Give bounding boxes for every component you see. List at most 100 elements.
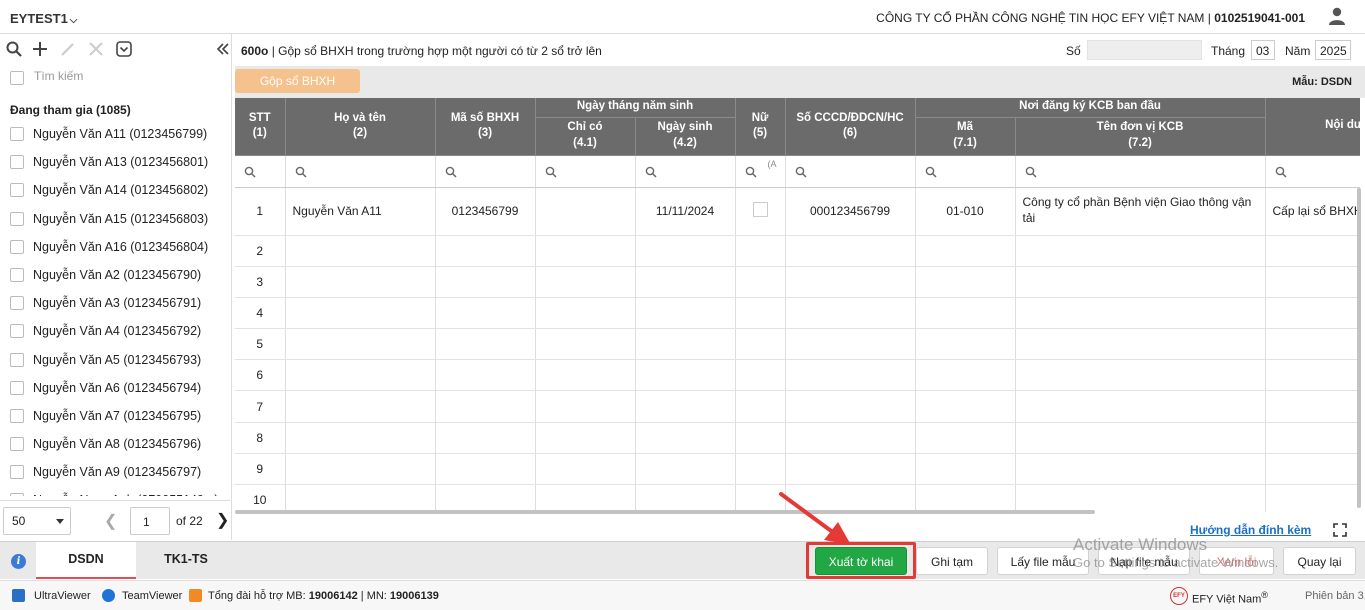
table-row[interactable]: 8 bbox=[235, 422, 1360, 454]
col-content[interactable]: Nội dung bbox=[1265, 98, 1360, 156]
table-row[interactable]: 3 bbox=[235, 266, 1360, 298]
filter-cell[interactable]: (A bbox=[735, 155, 786, 188]
edit-icon[interactable] bbox=[59, 40, 77, 58]
cell-kcb-name[interactable]: Công ty cổ phần Bệnh viện Giao thông vận… bbox=[1015, 187, 1266, 236]
list-item[interactable]: Nguyễn Văn A6 (0123456794) bbox=[0, 374, 230, 402]
cell-content[interactable] bbox=[1265, 266, 1360, 298]
cell-id-no[interactable] bbox=[785, 328, 916, 361]
cell-name[interactable] bbox=[285, 453, 436, 486]
cell-kcb-code[interactable] bbox=[915, 235, 1016, 267]
vertical-scrollbar[interactable] bbox=[1357, 188, 1361, 508]
cell-kcb-name[interactable] bbox=[1015, 390, 1266, 423]
cell-kcb-name[interactable] bbox=[1015, 266, 1266, 298]
col-kcb-code[interactable]: Mã (7.1) bbox=[915, 117, 1016, 156]
cell-content[interactable] bbox=[1265, 328, 1360, 361]
table-row[interactable]: 10 bbox=[235, 484, 1360, 512]
member-checkbox[interactable] bbox=[10, 239, 24, 254]
cell-id-no[interactable] bbox=[785, 266, 916, 298]
cell-kcb-code[interactable] bbox=[915, 297, 1016, 330]
cell-name[interactable] bbox=[285, 484, 436, 512]
table-row[interactable]: 4 bbox=[235, 297, 1360, 330]
cell-dob[interactable]: 11/11/2024 bbox=[635, 187, 736, 236]
cell-name[interactable] bbox=[285, 266, 436, 298]
search-placeholder[interactable]: Tìm kiếm bbox=[34, 69, 83, 83]
col-dob[interactable]: Ngày sinh (4.2) bbox=[635, 117, 736, 156]
member-checkbox[interactable] bbox=[10, 324, 24, 339]
col-dob-only[interactable]: Chỉ có (4.1) bbox=[535, 117, 636, 156]
cell-female[interactable] bbox=[735, 453, 786, 486]
col-kcb-name[interactable]: Tên đơn vị KCB (7.2) bbox=[1015, 117, 1266, 156]
cell-kcb-code[interactable] bbox=[915, 390, 1016, 423]
cell-id-no[interactable] bbox=[785, 297, 916, 330]
cell-female[interactable] bbox=[735, 328, 786, 361]
list-item[interactable]: Nguyễn Văn A7 (0123456795) bbox=[0, 402, 230, 430]
cell-id-no[interactable] bbox=[785, 359, 916, 392]
cell-ss-code[interactable] bbox=[435, 453, 536, 486]
member-checkbox[interactable] bbox=[10, 408, 24, 423]
list-item[interactable]: Nguyễn Văn A8 (0123456796) bbox=[0, 430, 230, 458]
member-checkbox[interactable] bbox=[10, 380, 24, 395]
member-checkbox[interactable] bbox=[10, 437, 24, 452]
filter-cell[interactable] bbox=[785, 155, 916, 188]
cell-ss-code[interactable] bbox=[435, 359, 536, 392]
cell-dob[interactable] bbox=[635, 359, 736, 392]
cell-kcb-code[interactable]: 01-010 bbox=[915, 187, 1016, 236]
list-item[interactable]: Nguyễn Văn A4 (0123456792) bbox=[0, 317, 230, 345]
cell-stt[interactable]: 6 bbox=[235, 359, 286, 392]
user-icon[interactable] bbox=[1327, 6, 1347, 26]
col-ss-code[interactable]: Mã số BHXH (3) bbox=[435, 98, 536, 156]
member-checkbox[interactable] bbox=[10, 267, 24, 282]
ultraviewer-link[interactable]: UltraViewer bbox=[34, 590, 91, 602]
save-draft-button[interactable]: Ghi tạm bbox=[916, 547, 988, 575]
collapse-icon[interactable] bbox=[214, 40, 232, 58]
filter-cell[interactable] bbox=[235, 155, 286, 188]
table-row[interactable]: 2 bbox=[235, 235, 1360, 267]
member-checkbox[interactable] bbox=[10, 155, 24, 170]
cell-id-no[interactable]: 000123456799 bbox=[785, 187, 916, 236]
cell-name[interactable] bbox=[285, 297, 436, 330]
cell-dob-only[interactable] bbox=[535, 453, 636, 486]
page-size-select[interactable]: 50 bbox=[3, 507, 71, 535]
cell-id-no[interactable] bbox=[785, 484, 916, 512]
table-row[interactable]: 6 bbox=[235, 359, 1360, 392]
cell-kcb-name[interactable] bbox=[1015, 453, 1266, 486]
col-stt[interactable]: STT (1) bbox=[235, 98, 286, 156]
cell-content[interactable] bbox=[1265, 453, 1360, 486]
tab-tk1-ts[interactable]: TK1-TS bbox=[136, 542, 236, 579]
cell-female[interactable] bbox=[735, 187, 786, 236]
cell-stt[interactable]: 8 bbox=[235, 422, 286, 454]
col-id-no[interactable]: Số CCCD/ĐDCN/HC (6) bbox=[785, 98, 916, 156]
so-input[interactable] bbox=[1087, 40, 1202, 60]
cell-content[interactable] bbox=[1265, 484, 1360, 512]
cell-dob-only[interactable] bbox=[535, 484, 636, 512]
cell-dob[interactable] bbox=[635, 390, 736, 423]
cell-kcb-code[interactable] bbox=[915, 266, 1016, 298]
cell-ss-code[interactable] bbox=[435, 297, 536, 330]
cell-content[interactable]: Cấp lại sổ BHXH bbox=[1265, 187, 1360, 236]
list-item[interactable]: Nguyễn Văn A15 (0123456803) bbox=[0, 205, 230, 233]
cell-dob[interactable] bbox=[635, 484, 736, 512]
tab-dsdn[interactable]: DSDN bbox=[36, 542, 136, 579]
cell-id-no[interactable] bbox=[785, 422, 916, 454]
member-checkbox[interactable] bbox=[10, 352, 24, 367]
list-item[interactable]: Nguyễn Văn A11 (0123456799) bbox=[0, 120, 230, 148]
filter-cell[interactable] bbox=[1265, 155, 1360, 188]
filter-cell[interactable] bbox=[535, 155, 636, 188]
member-checkbox[interactable] bbox=[10, 296, 24, 311]
cell-dob[interactable] bbox=[635, 422, 736, 454]
cell-dob-only[interactable] bbox=[535, 422, 636, 454]
cell-dob-only[interactable] bbox=[535, 187, 636, 236]
cell-kcb-code[interactable] bbox=[915, 328, 1016, 361]
dropdown-box-icon[interactable] bbox=[115, 40, 133, 58]
list-item[interactable]: Nguyễn Văn A2 (0123456790) bbox=[0, 261, 230, 289]
cell-female[interactable] bbox=[735, 235, 786, 267]
cell-stt[interactable]: 3 bbox=[235, 266, 286, 298]
filter-cell[interactable] bbox=[285, 155, 436, 188]
female-checkbox[interactable] bbox=[752, 202, 768, 217]
month-input[interactable]: 03 bbox=[1251, 40, 1275, 60]
cell-content[interactable] bbox=[1265, 235, 1360, 267]
list-item[interactable]: Nguyễn Văn A14 (0123456802) bbox=[0, 176, 230, 204]
cell-stt[interactable]: 1 bbox=[235, 187, 286, 236]
table-row[interactable]: 5 bbox=[235, 328, 1360, 361]
cell-female[interactable] bbox=[735, 390, 786, 423]
